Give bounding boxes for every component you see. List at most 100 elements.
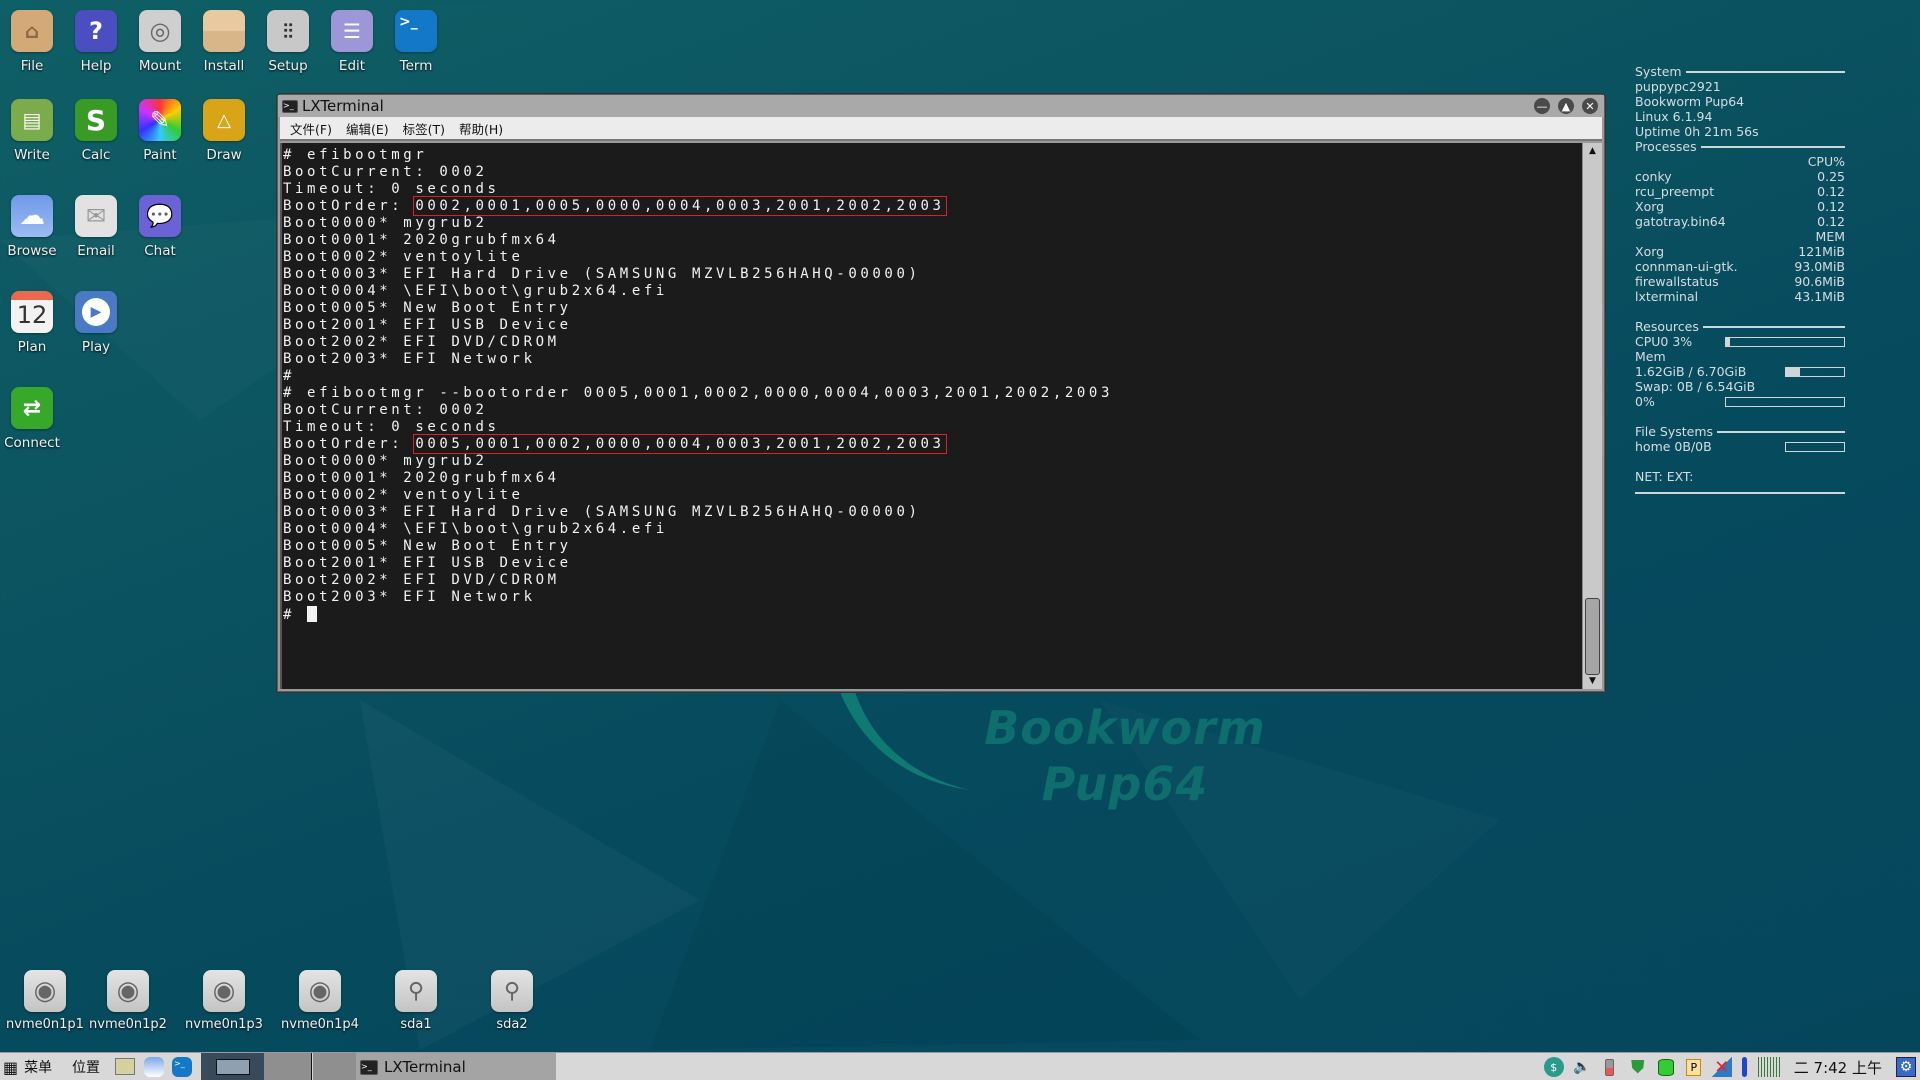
terminal-line: # (283, 368, 296, 384)
terminal-line: # efibootmgr --bootorder 0005,0001,0002,… (283, 385, 1113, 401)
firewall-shield-icon[interactable]: ⛊ (1628, 1057, 1648, 1078)
process-value: 43.1MiB (1794, 289, 1845, 304)
drive-nvme0n1p2[interactable]: ◉ nvme0n1p2 (83, 970, 173, 1032)
network-disconnected-icon[interactable]: ✕ (1711, 1057, 1732, 1078)
process-value: 0.12 (1817, 214, 1845, 229)
cpu-graph-icon[interactable] (1757, 1057, 1780, 1077)
taskbar-lxterminal[interactable]: >_ LXTerminal (356, 1053, 556, 1080)
mem-bar (1785, 366, 1845, 377)
cpu-process-row: rcu_preempt 0.12 (1635, 184, 1845, 199)
network-icon[interactable]: $ (1543, 1057, 1564, 1077)
scroll-up-icon[interactable]: ▲ (1585, 145, 1600, 157)
process-name: Xorg (1635, 244, 1665, 259)
terminal-line: BootCurrent: 0002 (283, 402, 488, 418)
home-bar (1785, 441, 1845, 452)
taskbar: ▦ 菜单 位置 >_ >_ LXTerminal $ 🔈 ⛊ P ✕ 二 7:4… (0, 1052, 1920, 1080)
desktop-icon-chat[interactable]: 💬 Chat (128, 195, 192, 259)
clock[interactable]: 二 7:42 上午 (1794, 1057, 1882, 1078)
workspace-1[interactable] (201, 1053, 264, 1080)
process-name: firewallstatus (1635, 274, 1719, 289)
drive-nvme0n1p3[interactable]: ◉ nvme0n1p3 (179, 970, 269, 1032)
minimize-button[interactable]: — (1534, 98, 1550, 114)
terminal-line: Boot2003* EFI Network (283, 351, 536, 367)
text-editor-icon: ☰ (331, 10, 373, 52)
text-cursor (307, 606, 318, 622)
mem-value: 1.62GiB / 6.70GiB (1635, 364, 1747, 379)
section-processes: Processes (1635, 139, 1845, 154)
hard-drive-icon: ◉ (107, 970, 149, 1012)
menu-bar: 文件(F) 编辑(E) 标签(T) 帮助(H) (280, 117, 1602, 141)
terminal-line: # efibootmgr (283, 147, 428, 163)
maximize-button[interactable]: ▲ (1558, 98, 1574, 114)
terminal-line: Boot0005* New Boot Entry (283, 538, 572, 554)
battery-icon[interactable] (1600, 1057, 1620, 1077)
cloud-icon: ☁ (11, 195, 53, 237)
process-value: 90.6MiB (1794, 274, 1845, 289)
window-titlebar[interactable]: >_ LXTerminal (278, 95, 1604, 117)
process-value: 121MiB (1798, 244, 1845, 259)
net-label: NET: EXT: (1635, 469, 1694, 484)
settings-gear-icon[interactable]: ⚙ (1896, 1057, 1916, 1077)
terminal-line: Boot0002* ventoylite (283, 249, 524, 265)
menu-edit[interactable]: 编辑(E) (346, 119, 389, 138)
cpu-process-row: Xorg 0.12 (1635, 199, 1845, 214)
uptime: Uptime 0h 21m 56s (1635, 124, 1759, 139)
section-file-systems: File Systems (1635, 424, 1845, 439)
terminal-screen[interactable]: # efibootmgr BootCurrent: 0002 Timeout: 0 … (280, 143, 1582, 689)
menu-button[interactable]: ▦ 菜单 (3, 1057, 52, 1077)
show-desktop-icon[interactable] (115, 1058, 135, 1075)
process-value: 0.12 (1817, 184, 1845, 199)
connect-arrows-icon: ⇄ (11, 387, 53, 429)
desktop-icon-term[interactable]: >_ Term (384, 10, 448, 74)
divider (1635, 492, 1845, 494)
scroll-down-icon[interactable]: ▼ (1585, 675, 1600, 687)
terminal-icon: >_ (395, 10, 437, 52)
terminal-line: Boot0003* EFI Hard Drive (SAMSUNG MZVLB2… (283, 266, 921, 282)
drive-sda1[interactable]: ⚲ sda1 (371, 970, 461, 1032)
terminal-line: Boot0001* 2020grubfmx64 (283, 232, 560, 248)
boot-order-highlight: 0005,0001,0002,0000,0004,0003,2001,2002,… (413, 434, 947, 454)
places-button[interactable]: 位置 (72, 1057, 100, 1077)
terminal-line: Boot0000* mygrub2 (283, 453, 488, 469)
workspace-2[interactable] (264, 1053, 312, 1080)
terminal-launcher-icon[interactable]: >_ (172, 1057, 192, 1077)
menu-tabs[interactable]: 标签(T) (403, 119, 445, 138)
mem-process-row: connman-ui-gtk. 93.0MiB (1635, 259, 1845, 274)
mem-process-row: lxterminal 43.1MiB (1635, 289, 1845, 304)
volume-icon[interactable]: 🔈 (1572, 1057, 1592, 1077)
terminal-line: Boot2002* EFI DVD/CDROM (283, 334, 560, 350)
terminal-line: Boot0004* \EFI\boot\grub2x64.efi (283, 283, 668, 299)
conky-system-monitor: System puppypc2921 Bookworm Pup64 Linux … (1635, 64, 1845, 494)
section-system: System (1635, 64, 1845, 79)
wallpaper-logo-text: Bookworm Pup64 (984, 701, 1266, 811)
drive-icon: ◎ (139, 10, 181, 52)
calendar-icon: 12 (11, 291, 53, 333)
drive-nvme0n1p1[interactable]: ◉ nvme0n1p1 (0, 970, 90, 1032)
desktop-icon-play[interactable]: ▶ Play (64, 291, 128, 355)
usb-icon: ⚲ (395, 970, 437, 1012)
scrollbar-thumb[interactable] (1585, 598, 1600, 675)
system-tray: $ 🔈 ⛊ P ✕ 二 7:42 上午 ⚙ (1543, 1053, 1920, 1080)
terminal-line: # (283, 606, 1113, 623)
terminal-line: Boot2003* EFI Network (283, 589, 536, 605)
drive-sda2[interactable]: ⚲ sda2 (467, 970, 557, 1032)
menu-file[interactable]: 文件(F) (290, 119, 332, 138)
usb-icon: ⚲ (491, 970, 533, 1012)
disk-usage-icon[interactable] (1656, 1057, 1676, 1077)
hard-drive-icon: ◉ (24, 970, 66, 1012)
temperature-icon[interactable] (1740, 1057, 1750, 1077)
home-fs: home 0B/0B (1635, 439, 1712, 454)
drive-nvme0n1p4[interactable]: ◉ nvme0n1p4 (275, 970, 365, 1032)
close-button[interactable]: ✕ (1582, 98, 1598, 114)
desktop-icon-draw[interactable]: △ Draw (192, 99, 256, 163)
browser-launcher-icon[interactable] (144, 1057, 164, 1077)
sliders-icon: ⫶⫶ (267, 10, 309, 52)
scrollbar[interactable]: ▲ ▼ (1582, 143, 1602, 689)
lxterminal-window[interactable]: >_ LXTerminal — ▲ ✕ 文件(F) 编辑(E) 标签(T) 帮助… (277, 94, 1605, 692)
workspace-3[interactable] (313, 1053, 359, 1080)
menu-help[interactable]: 帮助(H) (459, 119, 503, 138)
spreadsheet-icon: S (75, 99, 117, 141)
cpu-label: CPU0 3% (1635, 334, 1693, 349)
desktop-icon-connect[interactable]: ⇄ Connect (0, 387, 64, 451)
clipboard-icon[interactable]: P (1684, 1057, 1704, 1077)
